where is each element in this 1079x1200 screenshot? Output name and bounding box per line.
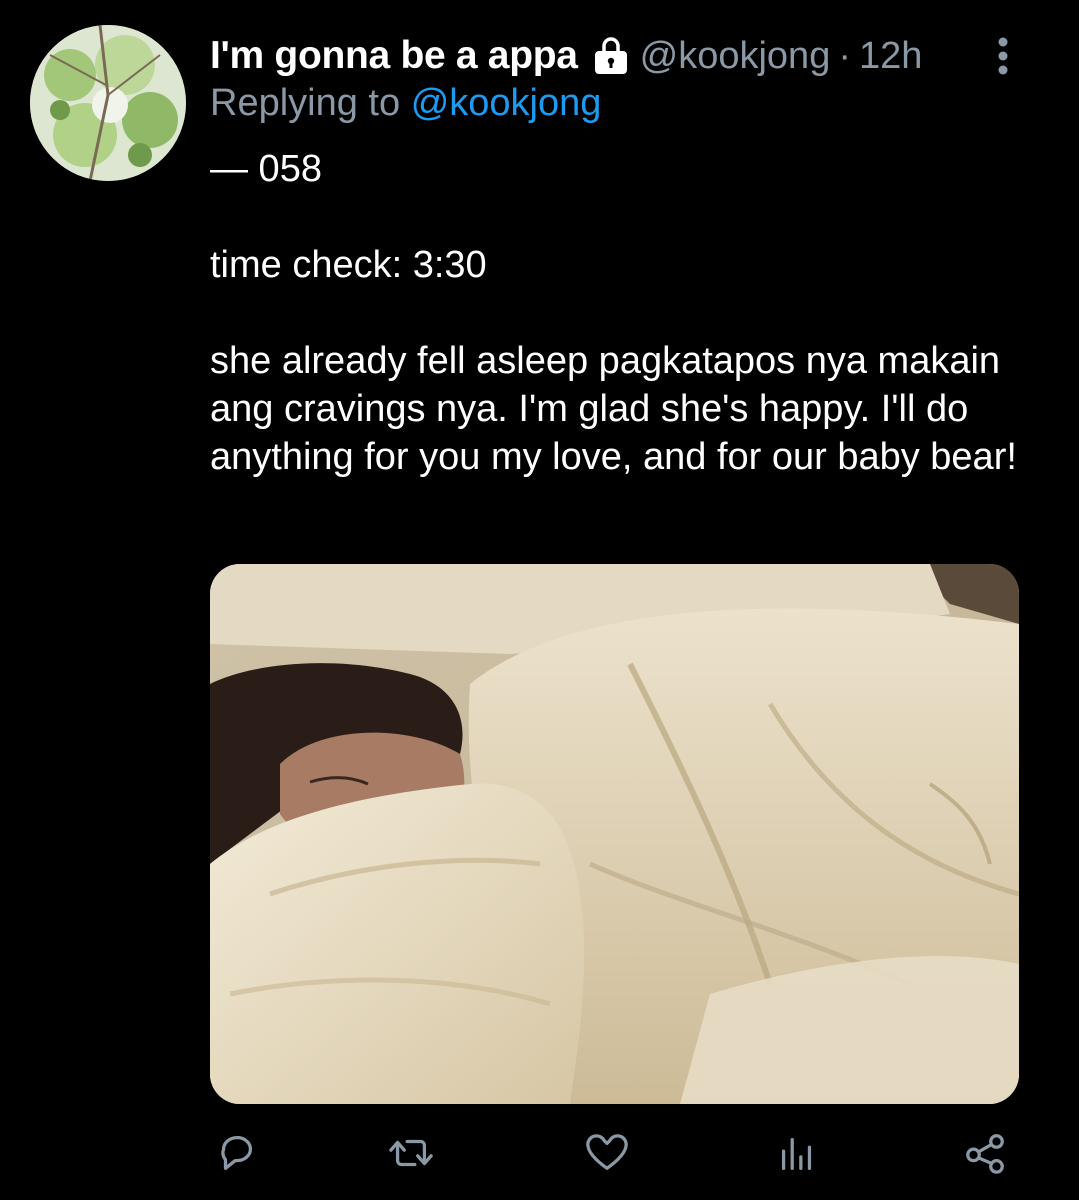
replying-mention[interactable]: @kookjong <box>411 82 602 124</box>
tweet-line-number: — 058 <box>210 148 322 190</box>
replying-prefix: Replying to <box>210 82 401 124</box>
tweet-actions <box>210 1128 1019 1178</box>
separator: · <box>838 34 851 77</box>
tweet-text: — 058 time check: 3:30 she already fell … <box>210 145 1030 481</box>
retweet-icon[interactable] <box>386 1128 436 1178</box>
tweet-line-body: she already fell asleep pagkatapos nya m… <box>210 340 1017 478</box>
analytics-icon[interactable] <box>772 1128 822 1178</box>
more-vertical-icon[interactable] <box>995 34 1011 78</box>
display-name[interactable]: I'm gonna be a appa <box>210 34 578 78</box>
lock-icon <box>592 36 630 76</box>
avatar[interactable] <box>30 25 186 181</box>
timestamp[interactable]: 12h <box>859 35 922 78</box>
heart-icon[interactable] <box>582 1128 632 1178</box>
tweet-photo[interactable] <box>210 564 1019 1104</box>
share-icon[interactable] <box>960 1128 1010 1178</box>
user-handle[interactable]: @kookjong <box>640 35 831 78</box>
replying-to: Replying to @kookjong <box>210 82 601 125</box>
tweet-line-time-check: time check: 3:30 <box>210 244 487 286</box>
tweet-header: I'm gonna be a appa @kookjong · 12h <box>210 28 1059 84</box>
reply-icon[interactable] <box>212 1128 262 1178</box>
